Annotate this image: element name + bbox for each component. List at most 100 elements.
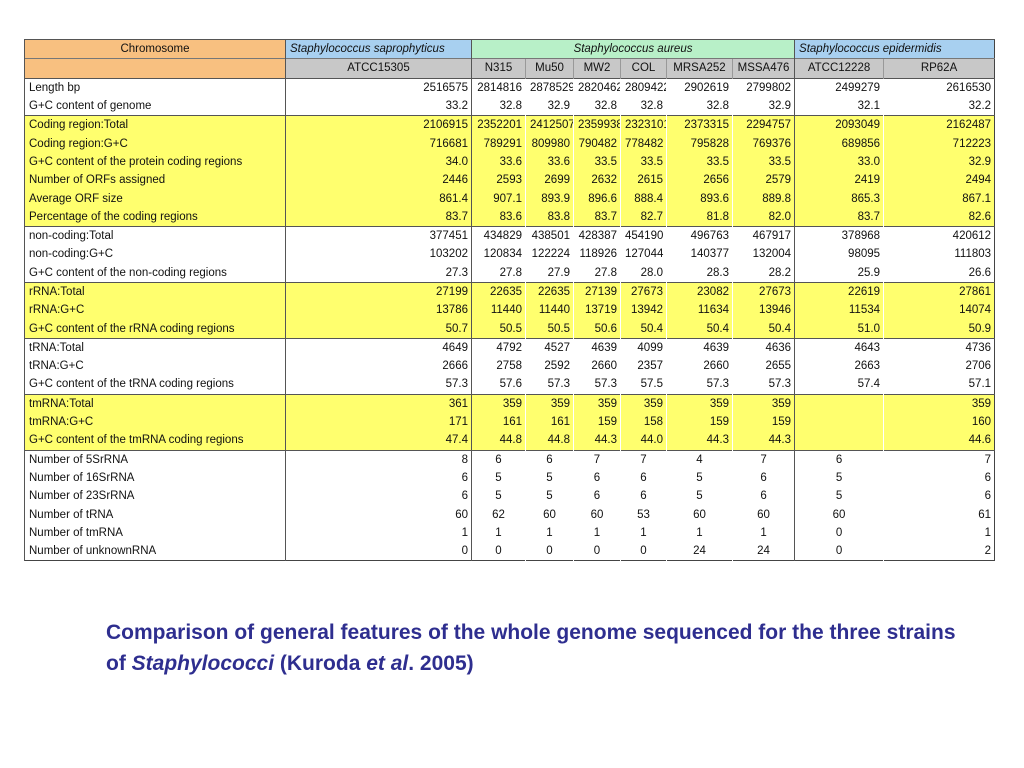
caption-italic-genus: Staphylococci [131,652,275,675]
table-cell: 60 [525,505,574,524]
table-cell: 2352201 [471,115,526,135]
table-row: Number of 23SrRNA 6 5 5 6 6 5 6 5 6 [24,487,995,506]
table-cell: 7 [883,449,995,469]
table-cell: 809980 [525,134,574,153]
table-cell: 6 [620,468,667,488]
table-cell: 13786 [285,301,472,320]
table-cell: 467917 [732,225,795,246]
table-cell: 889.8 [732,189,795,208]
table-cell: 2663 [794,357,884,376]
table-cell: 60 [285,505,472,524]
table-cell: 57.3 [666,375,733,395]
table-cell: 60 [794,505,884,524]
table-cell: 44.3 [732,431,795,451]
table-cell: 22635 [471,281,526,302]
table-cell: 5 [794,468,884,488]
table-cell: 50.4 [620,319,667,339]
table-cell: 57.1 [883,375,995,395]
table-cell: 11440 [471,301,526,320]
table-row: G+C content of the non-coding regions 27.… [24,263,995,283]
table-row: tmRNA:Total 361 359 359 359 359 359 359 359 [24,393,995,413]
chromosome-header: Chromosome [24,38,286,59]
table-cell: 0 [573,542,621,561]
table-cell: 865.3 [794,189,884,208]
caption-text-2: (Kuroda [274,652,367,675]
table-cell: 2666 [285,357,472,376]
table-cell: 2616530 [883,77,995,97]
table-cell: 27139 [573,281,621,302]
table-row: Percentage of the coding regions 83.7 83.6… [24,207,995,227]
species-header-aureus: Staphylococcus aureus [470,38,795,59]
table-cell: 83.7 [573,207,621,227]
table-cell: 795828 [666,134,733,153]
strain-header-mssa476: MSSA476 [731,58,795,79]
table-cell: 4736 [883,337,995,358]
table-body: Chromosome Staphylococcus saprophyticus St… [24,38,995,561]
table-cell: 44.8 [525,431,574,451]
row-label: G+C content of genome [24,96,286,116]
table-cell: 57.3 [285,375,472,395]
strain-header-atcc15305: ATCC15305 [285,58,472,79]
table-cell: 32.9 [883,152,995,172]
table-cell: 50.9 [883,319,995,339]
caption-text-3: . 2005) [408,652,474,675]
table-cell: 4643 [794,337,884,358]
table-cell: 438501 [525,225,574,246]
table-cell: 159 [732,412,795,432]
row-label: Number of tmRNA [24,523,286,543]
table-cell: 32.8 [666,96,733,116]
table-cell: 24 [666,542,733,561]
table-row: non-coding:G+C 103202 120834 122224 118926 12… [24,245,995,264]
table-cell: 82.6 [883,207,995,227]
table-cell: 2655 [732,357,795,376]
table-cell: 50.4 [732,319,795,339]
table-cell: 359 [573,393,621,413]
table-cell: 6 [471,449,526,469]
table-cell: 2660 [666,357,733,376]
table-cell: 4639 [666,337,733,358]
table-cell [794,412,884,432]
table-row: Average ORF size 861.4 907.1 893.9 896.6 888.… [24,189,995,208]
table-cell: 4639 [573,337,621,358]
table-cell: 5 [525,487,574,506]
table-cell: 7 [620,449,667,469]
table-cell: 160 [883,412,995,432]
table-cell: 2632 [573,171,621,190]
table-row: G+C content of genome 33.2 32.8 32.9 32.8 32.… [24,96,995,116]
row-label: Average ORF size [24,189,286,208]
table-cell: 428387 [573,225,621,246]
table-cell: 171 [285,412,472,432]
table-cell: 27673 [620,281,667,302]
table-cell: 5 [471,468,526,488]
table-row: G+C content of the protein coding region… [24,152,995,172]
table-cell: 33.6 [471,152,526,172]
table-cell: 4636 [732,337,795,358]
table-cell: 778482 [620,134,667,153]
row-label: tRNA:G+C [24,357,286,376]
table-cell: 893.6 [666,189,733,208]
table-cell: 32.8 [471,96,526,116]
table-cell: 2 [883,542,995,561]
table-cell: 2592 [525,357,574,376]
table-cell: 33.5 [732,152,795,172]
table-cell: 1 [573,523,621,543]
row-label: non-coding:G+C [24,245,286,264]
table-cell: 50.5 [471,319,526,339]
table-cell: 420612 [883,225,995,246]
table-cell: 2799802 [732,77,795,97]
table-cell: 6 [573,487,621,506]
table-cell: 161 [525,412,574,432]
row-label: Number of tRNA [24,505,286,524]
table-cell: 44.8 [471,431,526,451]
table-cell: 1 [525,523,574,543]
table-row: Number of tRNA 60 62 60 60 53 60 60 60 61 [24,505,995,524]
table-cell: 359 [471,393,526,413]
table-cell: 27.8 [573,263,621,283]
table-cell: 120834 [471,245,526,264]
table-cell: 454190 [620,225,667,246]
table-cell: 57.3 [573,375,621,395]
table-cell: 0 [525,542,574,561]
table-cell: 11634 [666,301,733,320]
row-label: rRNA:Total [24,281,286,302]
table-cell: 82.7 [620,207,667,227]
